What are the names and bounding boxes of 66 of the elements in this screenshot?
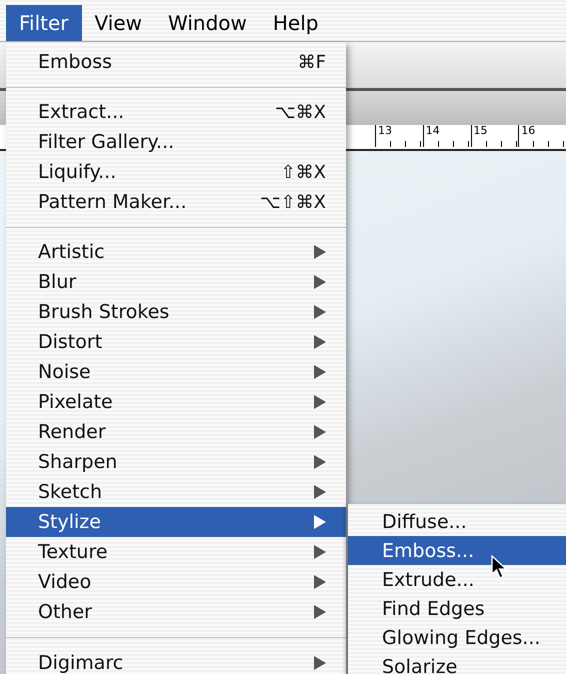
- submenu-arrow-icon: [314, 305, 326, 319]
- menu-item-label: Artistic: [38, 241, 106, 263]
- submenu-item[interactable]: Sketch: [6, 477, 346, 507]
- submenu-item[interactable]: Blur: [6, 267, 346, 297]
- submenu-item[interactable]: Render: [6, 417, 346, 447]
- menu-item-label: Brush Strokes: [38, 301, 170, 323]
- shortcut-label: ⇧⌘X: [280, 162, 326, 182]
- menu-item[interactable]: Diffuse...: [348, 507, 566, 536]
- submenu-arrow-icon: [314, 656, 326, 670]
- menu-title[interactable]: Help: [260, 5, 332, 41]
- menu-item-label: Emboss: [38, 51, 113, 73]
- submenu-item[interactable]: Pixelate: [6, 387, 346, 417]
- menu-item-label: Render: [38, 421, 107, 443]
- submenu-arrow-icon: [314, 515, 326, 529]
- submenu-item[interactable]: Artistic: [6, 237, 346, 267]
- menu-item[interactable]: Emboss...: [348, 536, 566, 565]
- menu-item-label: Filter Gallery...: [38, 131, 176, 153]
- submenu-item[interactable]: Distort: [6, 327, 346, 357]
- submenu-arrow-icon: [314, 365, 326, 379]
- submenu-arrow-icon: [314, 545, 326, 559]
- ruler-label: 15: [470, 125, 518, 147]
- cursor-arrow-icon: [491, 555, 508, 580]
- menu-title[interactable]: Window: [155, 5, 260, 41]
- submenu-item[interactable]: Video: [6, 567, 346, 597]
- menu-item-label: Digimarc: [38, 652, 124, 674]
- shortcut-label: ⌥⇧⌘X: [260, 192, 326, 212]
- submenu-arrow-icon: [314, 455, 326, 469]
- menu-item-label: Other: [38, 601, 93, 623]
- submenu-arrow-icon: [314, 245, 326, 259]
- menu-item-label: Liquify...: [38, 161, 118, 183]
- menu-item-label: Extract...: [38, 101, 126, 123]
- menu-item-label: Pattern Maker...: [38, 191, 188, 213]
- menu-item-label: Sketch: [38, 481, 104, 503]
- ruler-label: 14: [422, 125, 470, 147]
- submenu-arrow-icon: [314, 275, 326, 289]
- submenu-item[interactable]: Digimarc: [6, 648, 346, 674]
- ruler-label: 16: [518, 125, 566, 147]
- menu-title[interactable]: View: [82, 5, 155, 41]
- menu-item-label: Pixelate: [38, 391, 114, 413]
- menu-item-label: Sharpen: [38, 451, 118, 473]
- menu-item[interactable]: Extrude...: [348, 565, 566, 594]
- menu-item-label: Blur: [38, 271, 78, 293]
- menu-item-label: Video: [38, 571, 92, 593]
- shortcut-label: ⌥⌘X: [274, 102, 326, 122]
- submenu-arrow-icon: [314, 425, 326, 439]
- menu-item[interactable]: Find Edges: [348, 594, 566, 623]
- menu-item-label: Distort: [38, 331, 104, 353]
- shortcut-label: ⌘F: [298, 52, 326, 72]
- submenu-arrow-icon: [314, 575, 326, 589]
- submenu-arrow-icon: [314, 395, 326, 409]
- menu-item[interactable]: Solarize: [348, 652, 566, 674]
- submenu-arrow-icon: [314, 605, 326, 619]
- menu-item-label: Noise: [38, 361, 92, 383]
- menu-item[interactable]: Glowing Edges...: [348, 623, 566, 652]
- submenu-item[interactable]: Other: [6, 597, 346, 627]
- submenu-item[interactable]: Brush Strokes: [6, 297, 346, 327]
- submenu-item[interactable]: Sharpen: [6, 447, 346, 477]
- submenu-item[interactable]: Stylize: [6, 507, 346, 537]
- menu-title[interactable]: Filter: [6, 5, 82, 41]
- submenu-arrow-icon: [314, 335, 326, 349]
- submenu-arrow-icon: [314, 485, 326, 499]
- submenu-item[interactable]: Texture: [6, 537, 346, 567]
- submenu-item[interactable]: Noise: [6, 357, 346, 387]
- menu-item-label: Texture: [38, 541, 109, 563]
- menu-item-label: Stylize: [38, 511, 102, 533]
- ruler-label: 13: [375, 125, 423, 147]
